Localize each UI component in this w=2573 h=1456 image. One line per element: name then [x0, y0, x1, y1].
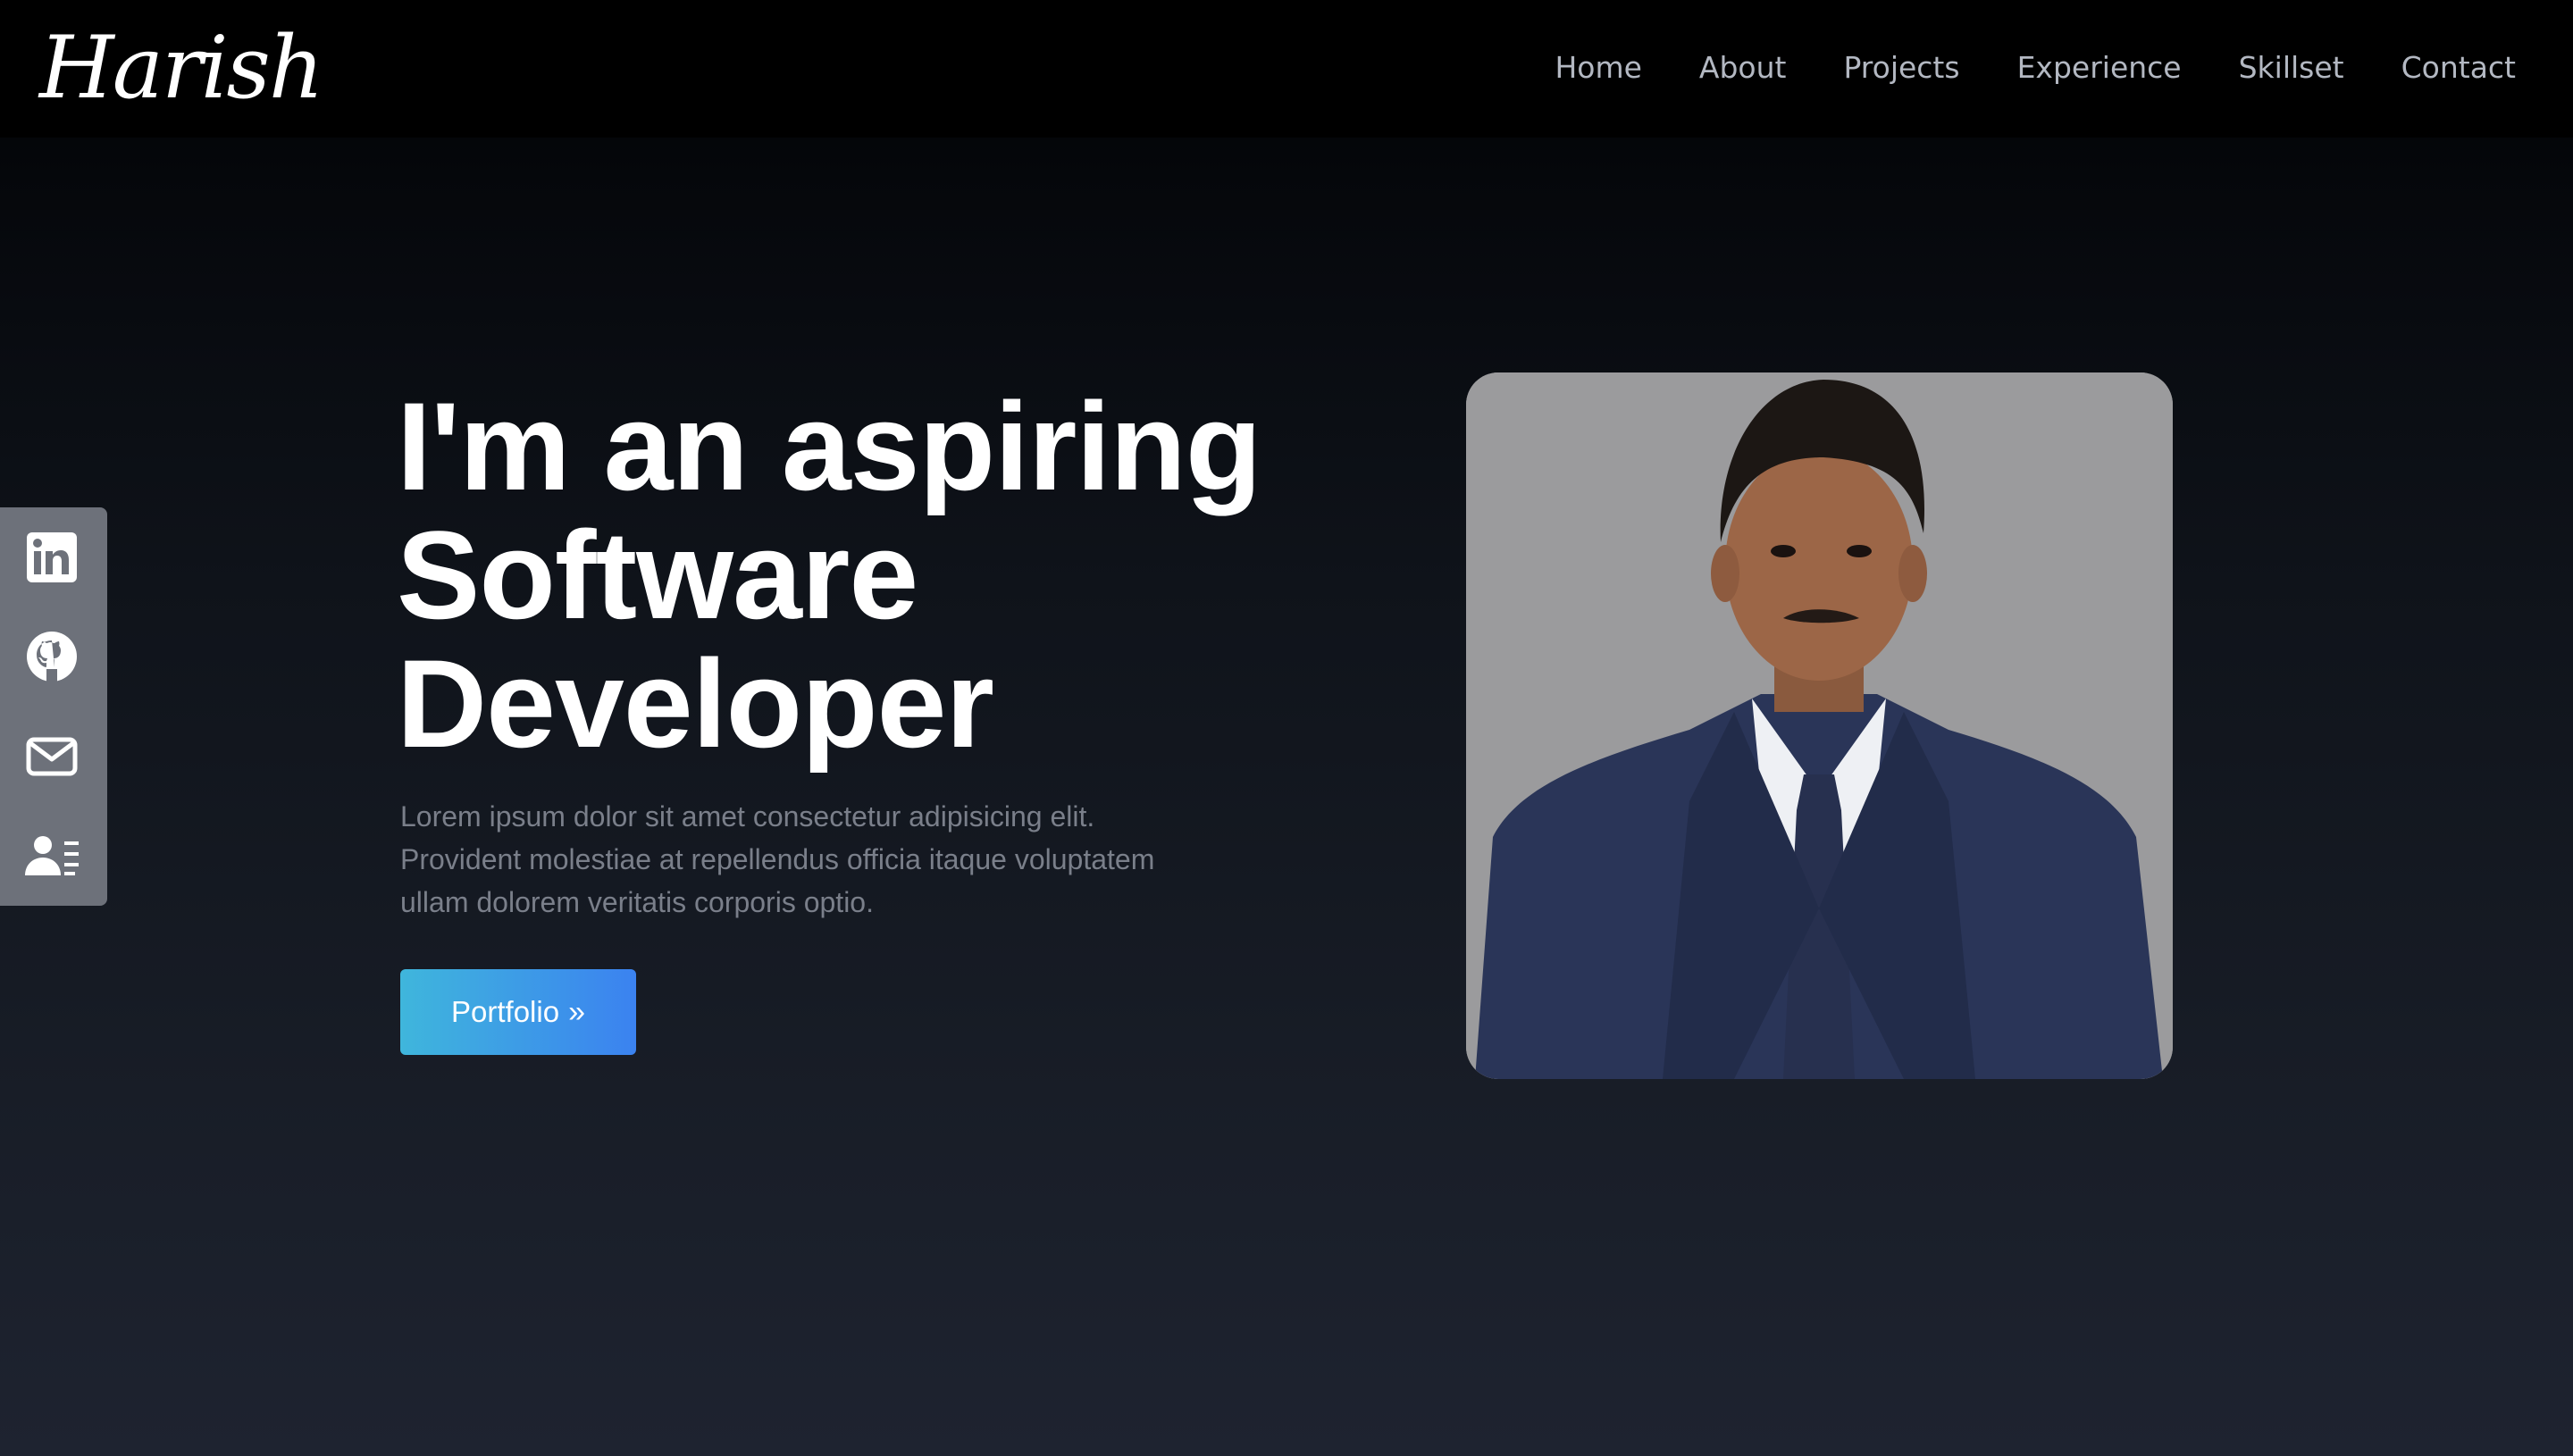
resume-link[interactable] [23, 827, 80, 884]
hero-title-line: I'm an aspiring [397, 376, 1261, 516]
navbar: Harish Home About Projects Experience Sk… [0, 0, 2573, 138]
hero-title-line: Software [397, 505, 918, 645]
hero-description: Lorem ipsum dolor sit amet consectetur a… [400, 795, 1258, 924]
mail-link[interactable] [23, 727, 80, 784]
hero-description-line: Provident molestiae at repellendus offic… [400, 843, 1155, 875]
hero-title-line: Developer [397, 633, 994, 774]
github-link[interactable] [23, 628, 80, 685]
github-icon [27, 632, 77, 682]
nav-link-contact[interactable]: Contact [2401, 50, 2516, 85]
linkedin-link[interactable] [23, 529, 80, 586]
nav-link-skillset[interactable]: Skillset [2239, 50, 2344, 85]
mail-icon [26, 737, 78, 776]
profile-photo [1466, 372, 2173, 1079]
hero-description-line: Lorem ipsum dolor sit amet consectetur a… [400, 800, 1095, 833]
portfolio-button[interactable]: Portfolio » [400, 969, 636, 1055]
portrait-illustration [1466, 372, 2173, 1079]
social-sidebar [0, 507, 107, 906]
contact-card-icon [25, 836, 79, 875]
hero-description-line: ullam dolorem veritatis corporis optio. [400, 886, 874, 918]
portfolio-button-label: Portfolio [451, 995, 560, 1028]
linkedin-icon [27, 532, 77, 582]
logo[interactable]: Harish [39, 5, 324, 130]
hero-title: I'm an aspiring Software Developer [397, 382, 1379, 768]
nav-link-home[interactable]: Home [1555, 50, 1641, 85]
nav-links: Home About Projects Experience Skillset … [1555, 0, 2516, 134]
nav-link-projects[interactable]: Projects [1843, 50, 1959, 85]
nav-link-experience[interactable]: Experience [2017, 50, 2182, 85]
double-chevron-right-icon: » [568, 995, 585, 1029]
nav-link-about[interactable]: About [1699, 50, 1787, 85]
